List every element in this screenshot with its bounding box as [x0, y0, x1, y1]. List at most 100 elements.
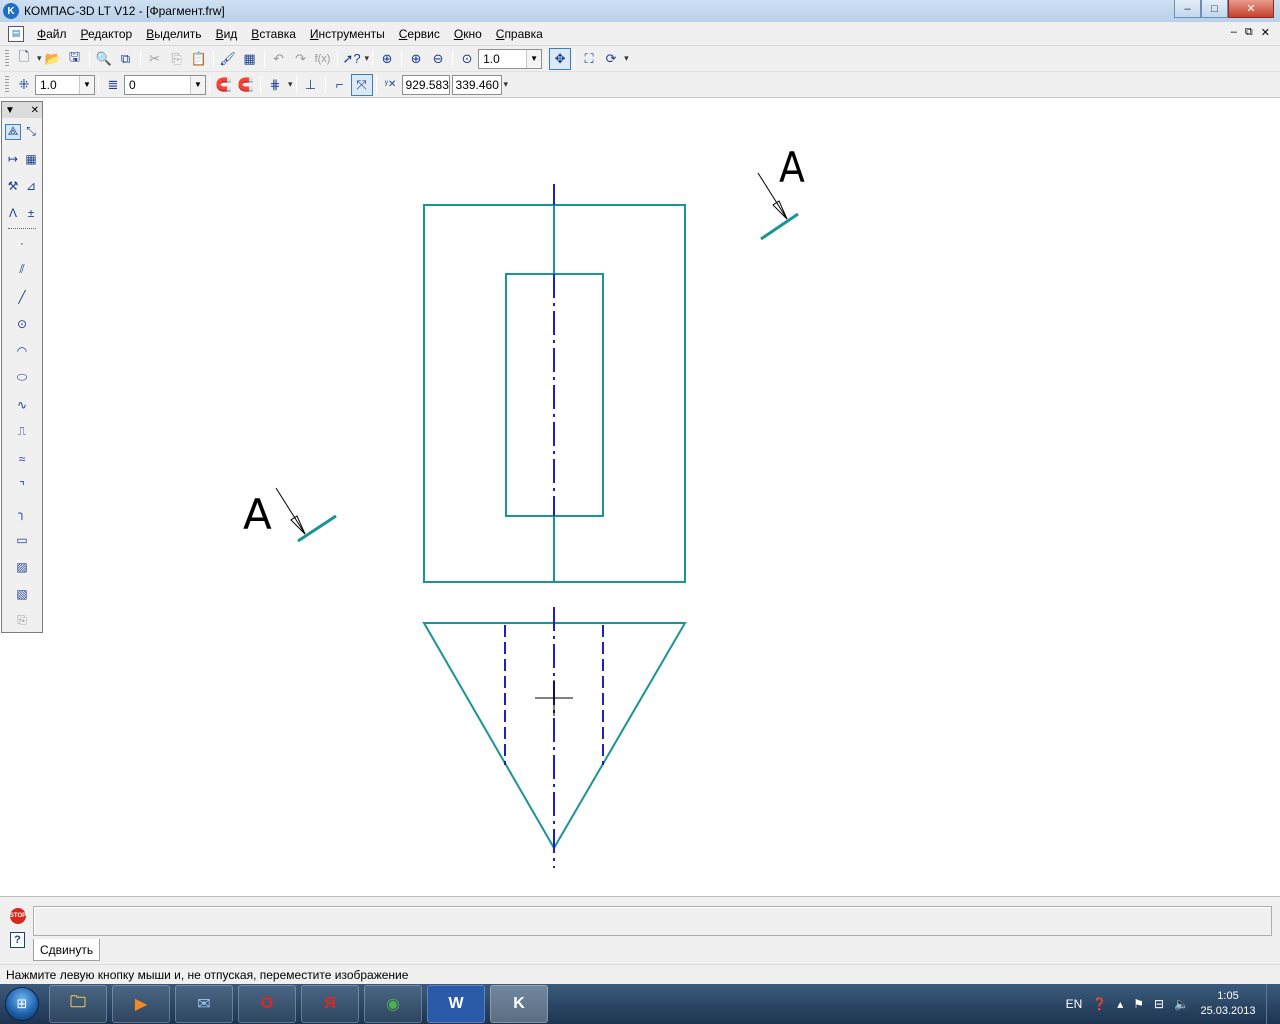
brush-icon[interactable]: 🖌 [217, 48, 239, 70]
show-desktop-button[interactable] [1266, 984, 1280, 1024]
snap-magnet-icon[interactable]: 🧲 [213, 74, 235, 96]
close-button[interactable]: ✕ [1228, 0, 1274, 18]
undo-icon[interactable]: ↶ [268, 48, 290, 70]
kompas-app-icon[interactable]: K [3, 3, 19, 19]
doc-minimize-button[interactable]: – [1231, 26, 1237, 39]
menu-window[interactable]: Окно [447, 24, 489, 44]
doc-restore-button[interactable]: ⧉ [1245, 26, 1253, 39]
menu-help[interactable]: Справка [489, 24, 550, 44]
zoom-scale-icon[interactable]: ⊙ [456, 48, 478, 70]
copy-properties-icon[interactable]: ⧉ [115, 48, 137, 70]
toolbar-options-icon[interactable]: ▾ [504, 79, 509, 90]
zoom-combo[interactable]: 1.0 ▼ [478, 48, 543, 69]
toolbar-grip[interactable] [5, 49, 9, 68]
coordinates-icon[interactable]: ʸ✕ [380, 74, 402, 96]
geometry-panel-icon[interactable]: ⟁ [5, 123, 21, 140]
ortho-icon[interactable]: ⌐ [329, 74, 351, 96]
explorer-icon[interactable]: 🗀 [49, 985, 107, 1023]
word-icon[interactable]: W [427, 985, 485, 1023]
network-icon[interactable]: ⊟ [1154, 997, 1164, 1011]
local-cs-icon[interactable]: ⊥ [300, 74, 322, 96]
help-icon[interactable]: ? [10, 932, 25, 948]
open-folder-icon[interactable]: 📂 [42, 48, 64, 70]
show-all-icon[interactable]: ⛶ [578, 48, 600, 70]
chevron-up-icon[interactable]: ▴ [1117, 997, 1123, 1011]
manager-icon[interactable]: ▦ [239, 48, 261, 70]
new-document-icon[interactable]: 🗋 [13, 48, 35, 70]
dimensions-panel-icon[interactable]: ↦ [5, 151, 21, 167]
paste-icon[interactable]: 📋 [188, 48, 210, 70]
cursor-step-icon[interactable]: ⁜ [13, 74, 35, 96]
mail-icon[interactable]: ✉ [175, 985, 233, 1023]
select-panel-icon[interactable]: Λ [5, 205, 21, 221]
bezier-tool-icon[interactable]: ≈ [14, 451, 30, 467]
toolbar-grip[interactable] [5, 75, 9, 94]
edit-panel-icon[interactable]: ⤡ [23, 124, 39, 140]
measure-panel-icon[interactable]: ⊿ [23, 178, 39, 194]
menu-select[interactable]: Выделить [139, 24, 208, 44]
spline-tool-icon[interactable]: ∿ [14, 397, 30, 413]
clock[interactable]: 1:05 25.03.2013 [1194, 989, 1262, 1019]
toolbar-options-icon[interactable]: ▾ [624, 53, 629, 64]
print-preview-icon[interactable]: 🔍 [93, 48, 115, 70]
media-player-icon[interactable]: ▶ [112, 985, 170, 1023]
hatch-tool-icon[interactable]: ▨ [14, 559, 30, 575]
chevron-down-icon[interactable]: ▼ [79, 75, 94, 94]
auxiliary-line-tool-icon[interactable]: ⫽ [14, 262, 30, 278]
notation-panel-icon[interactable]: ▦ [23, 151, 39, 167]
coord-y-field[interactable]: 339.460 [451, 74, 502, 95]
help-pointer-icon[interactable]: ➚? [341, 48, 363, 70]
redo-icon[interactable]: ↷ [290, 48, 312, 70]
chrome-icon[interactable]: ◉ [364, 985, 422, 1023]
fill-tool-icon[interactable]: ▧ [14, 586, 30, 602]
rectangle-tool-icon[interactable]: ▭ [14, 532, 30, 548]
volume-icon[interactable]: 🔈 [1174, 997, 1189, 1011]
step-combo[interactable]: 1.0 ▼ [35, 74, 95, 95]
ellipse-tool-icon[interactable]: ⬭ [14, 370, 30, 386]
coord-x-field[interactable]: 929.583 [401, 74, 450, 95]
zoom-out-icon[interactable]: ⊖ [427, 48, 449, 70]
parametric-mode-icon[interactable]: ⤧ [350, 73, 373, 96]
panel-menu-icon[interactable]: ▼ [5, 105, 15, 116]
polyline-tool-icon[interactable]: ⎍ [14, 424, 30, 440]
collect-contour-icon[interactable]: ⎘ [14, 613, 30, 629]
panel-close-icon[interactable]: ✕ [31, 105, 39, 116]
circle-tool-icon[interactable]: ⊙ [14, 316, 30, 332]
zoom-window-icon[interactable]: ⊕ [376, 48, 398, 70]
grid-icon[interactable]: ⋕ [264, 74, 286, 96]
arc-tool-icon[interactable]: ◠ [14, 343, 30, 359]
help-tray-icon[interactable]: ❓ [1092, 997, 1107, 1011]
drawing-canvas[interactable]: A A [44, 98, 1274, 895]
menu-editor[interactable]: Редактор [74, 24, 140, 44]
yandex-icon[interactable]: Я [301, 985, 359, 1023]
menu-view[interactable]: Вид [209, 24, 245, 44]
segment-tool-icon[interactable]: ╱ [14, 289, 30, 305]
minimize-button[interactable]: – [1174, 0, 1201, 18]
pan-icon[interactable]: ✥ [549, 47, 572, 70]
stop-command-icon[interactable]: STOP [10, 908, 26, 924]
chamfer-tool-icon[interactable]: ⌝ [14, 478, 30, 494]
toolbar-options-icon[interactable]: ▾ [365, 53, 370, 64]
document-icon[interactable]: ▤ [8, 25, 24, 42]
chevron-down-icon[interactable]: ▼ [190, 75, 205, 94]
zoom-in-icon[interactable]: ⊕ [405, 48, 427, 70]
flag-icon[interactable]: ⚑ [1133, 997, 1144, 1011]
chevron-down-icon[interactable]: ▾ [288, 79, 293, 90]
parametrization-panel-icon[interactable]: ⚒ [5, 178, 21, 194]
copy-icon[interactable]: ⎘ [166, 48, 188, 70]
refresh-icon[interactable]: ⟳ [600, 48, 622, 70]
tab-pan[interactable]: Сдвинуть [33, 939, 101, 961]
save-icon[interactable]: 🖫 [64, 48, 86, 70]
kompas-icon[interactable]: K [490, 985, 548, 1023]
cut-icon[interactable]: ✂ [144, 48, 166, 70]
fillet-tool-icon[interactable]: ╮ [14, 505, 30, 521]
function-icon[interactable]: f(x) [312, 48, 334, 70]
start-button[interactable]: ⊞ [0, 984, 44, 1024]
chevron-down-icon[interactable]: ▼ [526, 49, 542, 68]
maximize-button[interactable]: □ [1201, 0, 1228, 18]
menu-tools[interactable]: Инструменты [303, 24, 392, 44]
point-tool-icon[interactable]: · [14, 235, 30, 251]
spec-panel-icon[interactable]: ± [23, 205, 39, 221]
doc-close-button[interactable]: ✕ [1261, 26, 1270, 39]
menu-insert[interactable]: Вставка [244, 24, 303, 44]
